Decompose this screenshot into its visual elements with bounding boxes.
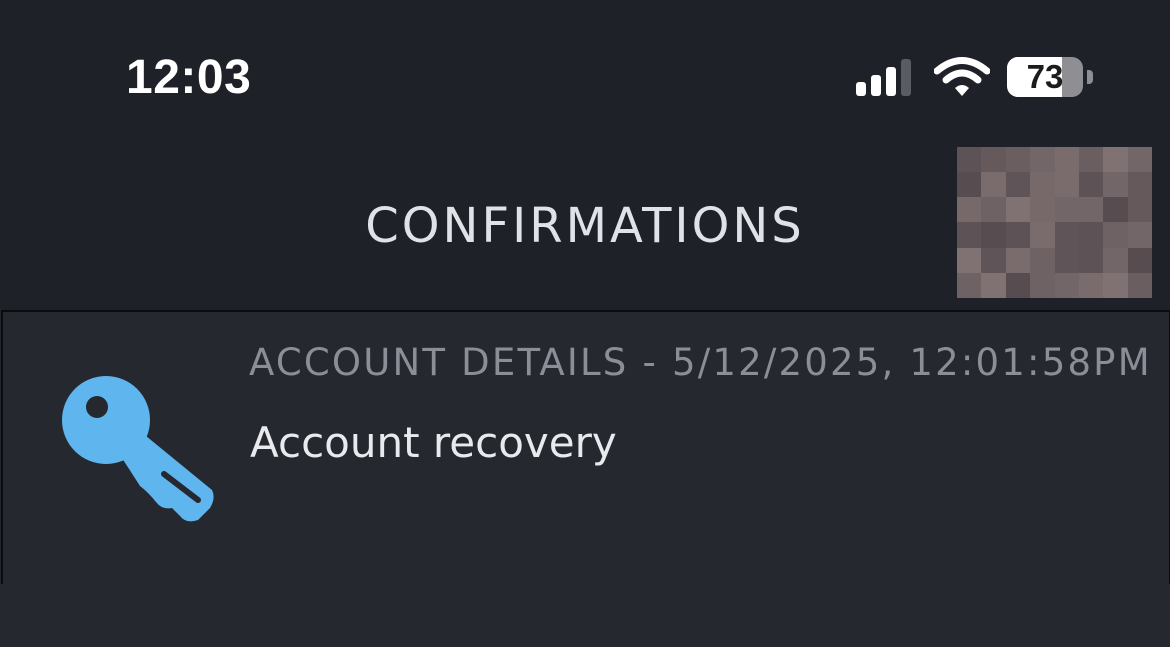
avatar-pixel: [1078, 197, 1104, 223]
cellular-signal-icon: [856, 59, 911, 96]
avatar-pixel: [1005, 272, 1031, 298]
wifi-icon: [934, 57, 990, 96]
avatar-pixel: [1078, 222, 1104, 248]
avatar-pixel: [981, 247, 1006, 273]
battery-cap: [1087, 70, 1093, 84]
avatar-pixel: [981, 172, 1006, 198]
avatar-pixel: [1030, 222, 1055, 248]
avatar-pixel: [1054, 247, 1079, 273]
avatar-pixel: [981, 147, 1006, 173]
avatar-pixel: [1030, 197, 1055, 223]
avatar-pixel: [1005, 147, 1031, 173]
avatar-pixel: [1103, 172, 1128, 198]
avatar-pixel: [957, 222, 982, 248]
avatar-pixel: [957, 147, 982, 173]
avatar-pixel: [957, 172, 982, 198]
avatar-pixel: [1127, 147, 1152, 173]
avatar-pixel: [1078, 147, 1104, 173]
avatar-pixel: [1127, 197, 1152, 223]
avatar-pixel: [1103, 222, 1128, 248]
avatar-pixel: [1054, 172, 1079, 198]
battery-icon: 73: [1007, 57, 1083, 97]
list-empty-area: [0, 584, 1170, 647]
avatar-pixel: [1054, 197, 1079, 223]
avatar-pixel: [1030, 172, 1055, 198]
battery-level: 73: [1026, 58, 1064, 95]
avatar-pixel: [1127, 272, 1152, 298]
avatar-pixel: [1005, 172, 1031, 198]
avatar-pixel: [1103, 247, 1128, 273]
avatar-pixel: [1078, 172, 1104, 198]
avatar-pixel: [1103, 147, 1128, 173]
avatar-pixel: [1103, 272, 1128, 298]
key-icon: [62, 376, 214, 522]
avatar[interactable]: [957, 147, 1152, 298]
avatar-pixel: [1127, 222, 1152, 248]
battery-indicator: 73: [1007, 57, 1097, 99]
avatar-pixel: [1103, 197, 1128, 223]
avatar-pixel: [981, 197, 1006, 223]
avatar-pixel: [1030, 272, 1055, 298]
avatar-pixel: [1054, 222, 1079, 248]
avatar-pixel: [1078, 272, 1104, 298]
avatar-pixel: [957, 247, 982, 273]
avatar-pixel: [1005, 197, 1031, 223]
confirmation-description: Account recovery: [250, 418, 617, 467]
avatar-pixel: [1030, 247, 1055, 273]
avatar-pixel: [981, 222, 1006, 248]
status-time: 12:03: [126, 51, 252, 104]
avatar-pixel: [1127, 247, 1152, 273]
avatar-pixel: [1127, 172, 1152, 198]
avatar-pixel: [957, 197, 982, 223]
avatar-pixel: [957, 272, 982, 298]
avatar-pixel: [1005, 247, 1031, 273]
avatar-pixel: [1054, 147, 1079, 173]
confirmation-meta: ACCOUNT DETAILS - 5/12/2025, 12:01:58PM: [249, 341, 1152, 384]
avatar-pixel: [1005, 222, 1031, 248]
avatar-pixel: [1054, 272, 1079, 298]
avatar-pixel: [1078, 247, 1104, 273]
avatar-pixel: [981, 272, 1006, 298]
avatar-pixel: [1030, 147, 1055, 173]
